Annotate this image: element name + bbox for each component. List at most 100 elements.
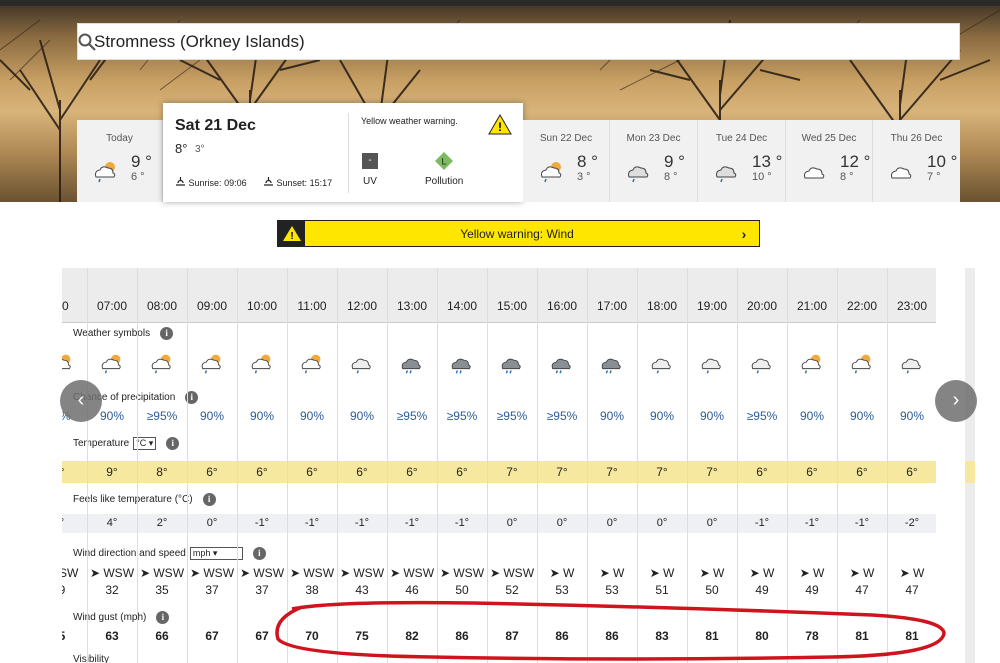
temperature-value: °: [62, 461, 87, 483]
wind-speed: 47: [855, 583, 869, 597]
day-tab-today[interactable]: Today 9 ° 6 °: [77, 120, 163, 202]
feels-like-value: 0°: [606, 517, 618, 529]
chevron-right-icon[interactable]: ›: [729, 226, 759, 242]
dark-cloud-rain-icon: [587, 350, 637, 379]
info-icon[interactable]: i: [156, 611, 170, 624]
wind-speed: 53: [555, 583, 569, 597]
hour-label: 08:00: [146, 299, 178, 313]
sunrise-label: Sunrise:: [188, 178, 222, 188]
hour-label: 19:00: [696, 299, 728, 313]
day-low: 3 °: [577, 171, 591, 183]
wind-direction: ➤ W: [649, 566, 675, 580]
wind-speed: 51: [655, 583, 669, 597]
day-tab-wed[interactable]: Wed 25 Dec 12 ° 8 °: [786, 120, 873, 202]
dark-cloud-rain-icon: [437, 350, 487, 379]
day-name: Mon 23 Dec: [626, 133, 681, 144]
precip-value: 90%: [199, 409, 225, 423]
hour-label: 21:00: [796, 299, 828, 313]
wind-gust-value: 66: [155, 629, 169, 643]
info-icon[interactable]: i: [202, 493, 216, 506]
wind-direction: ➤ W: [899, 566, 925, 580]
location-search[interactable]: Stromness (Orkney Islands): [77, 23, 960, 60]
label-text: Wind direction and speed: [73, 548, 186, 559]
selected-high: 8°: [175, 141, 188, 156]
pollution-value: L: [441, 157, 446, 167]
sunrise-icon: [176, 177, 185, 186]
info-icon[interactable]: i: [166, 437, 180, 450]
label-text: Wind gust (mph): [73, 612, 147, 623]
feels-like-value: 0°: [506, 517, 518, 529]
feels-like-value: -1°: [254, 517, 270, 529]
day-high: 9 °: [131, 152, 152, 171]
warning-title[interactable]: Yellow weather warning.: [361, 116, 458, 126]
precip-value: 90%: [699, 409, 725, 423]
temperature-value: 9°: [106, 465, 118, 479]
wind-gust-value: 67: [205, 629, 219, 643]
search-icon[interactable]: [78, 33, 96, 51]
day-high: 13 °: [752, 152, 783, 171]
wind-gust-value: 63: [105, 629, 119, 643]
precip-value: ≥95%: [446, 409, 478, 423]
temperature-value: 7°: [606, 465, 618, 479]
selected-low: 3°: [195, 144, 205, 155]
pollution-label: Pollution: [425, 176, 464, 187]
sun-cloud-rain-icon: [237, 350, 287, 379]
feels-like-value: -1°: [804, 517, 820, 529]
day-name: Today: [106, 133, 133, 144]
wind-speed: 49: [805, 583, 819, 597]
sunset: Sunset: 15:17: [263, 177, 332, 188]
selected-date: Sat 21 Dec: [175, 117, 256, 134]
info-icon[interactable]: i: [160, 327, 174, 340]
sunset-label: Sunset:: [276, 178, 308, 188]
feels-like-value: -1°: [404, 517, 420, 529]
hour-label: 13:00: [396, 299, 428, 313]
search-input[interactable]: Stromness (Orkney Islands): [94, 32, 305, 52]
wind-direction: ➤ WSW: [489, 566, 535, 580]
day-low: 7 °: [927, 171, 941, 183]
day-tab-thu[interactable]: Thu 26 Dec 10 ° 7 °: [873, 120, 960, 202]
scroll-right-button[interactable]: ›: [935, 380, 977, 422]
temperature-value: 8°: [156, 465, 168, 479]
wind-speed: 46: [405, 583, 419, 597]
wind-warning-banner[interactable]: ! Yellow warning: Wind ›: [277, 220, 760, 247]
feels-like-value: 0°: [656, 517, 668, 529]
day-low: 8 °: [664, 171, 678, 183]
wind-direction: ➤ SW: [62, 566, 79, 580]
svg-text:!: !: [498, 120, 502, 134]
wind-unit-value: mph: [192, 548, 211, 558]
day-tab-mon[interactable]: Mon 23 Dec 9 ° 8 °: [610, 120, 698, 202]
wind-direction: ➤ W: [799, 566, 825, 580]
wind-speed: 37: [255, 583, 269, 597]
precip-value: 90%: [599, 409, 625, 423]
day-tab-sun[interactable]: Sun 22 Dec 8 ° 3 °: [523, 120, 610, 202]
wind-direction: ➤ W: [599, 566, 625, 580]
wind-speed: 50: [705, 583, 719, 597]
day-high: 9 °: [664, 152, 685, 171]
day-low: 10 °: [752, 171, 772, 183]
day-tab-tue[interactable]: Tue 24 Dec 13 ° 10 °: [698, 120, 786, 202]
sun-cloud-rain-icon: [87, 350, 137, 379]
cloud-icon: [804, 167, 825, 179]
sun-cloud-rain-icon: [62, 350, 87, 379]
uv-label: UV: [363, 176, 377, 187]
selected-day-card[interactable]: Sat 21 Dec 8° 3° Sunrise: 09:06 Sunset: …: [163, 103, 523, 202]
precip-value: 90%: [249, 409, 275, 423]
temperature-value: 7°: [656, 465, 668, 479]
wind-speed: 32: [105, 583, 119, 597]
scroll-left-button[interactable]: ‹: [60, 380, 102, 422]
day-low: 8 °: [840, 171, 854, 183]
wind-direction: ➤ WSW: [239, 566, 285, 580]
wind-speed: 50: [455, 583, 469, 597]
precip-value: 90%: [799, 409, 825, 423]
wind-direction: ➤ WSW: [339, 566, 385, 580]
info-icon[interactable]: i: [252, 547, 266, 560]
next-column-strip: [965, 268, 975, 663]
sunrise-time: 09:06: [224, 178, 247, 188]
hour-label: 00: [62, 299, 69, 313]
warning-triangle-icon: !: [488, 114, 512, 135]
wind-unit-select[interactable]: mph ▾: [189, 547, 243, 560]
hour-label: 09:00: [196, 299, 228, 313]
feels-like-value: °: [62, 514, 87, 533]
precip-value: ≥95%: [546, 409, 578, 423]
wind-direction: ➤ WSW: [189, 566, 235, 580]
